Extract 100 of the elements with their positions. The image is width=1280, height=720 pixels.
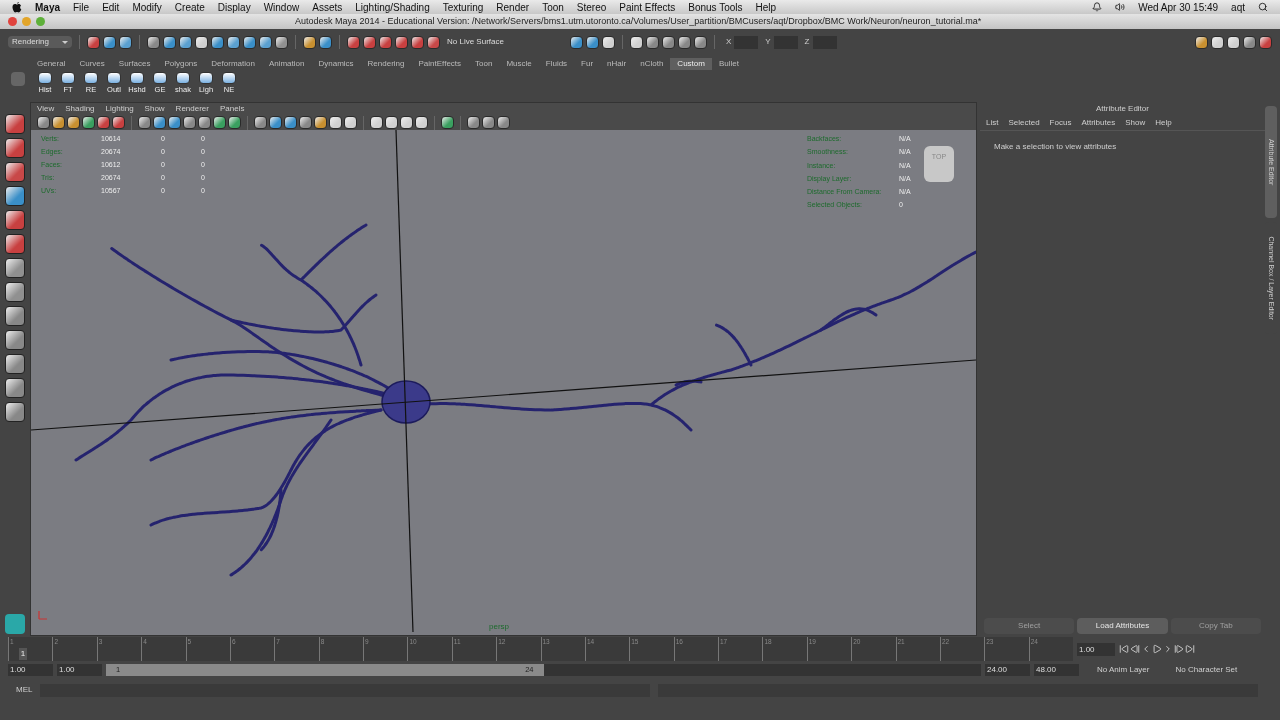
go-to-start-icon[interactable] [1119,644,1129,654]
panel-menu[interactable]: Renderer [175,103,209,115]
tool-icon[interactable] [5,282,25,302]
tool-icon[interactable] [254,116,267,129]
tool-icon[interactable] [147,35,160,49]
tool-icon[interactable] [153,116,166,129]
tool-icon[interactable] [228,116,241,129]
clock[interactable]: Wed Apr 30 15:49 [1138,0,1219,15]
shelf-tab[interactable]: Deformation [204,58,262,70]
panel-menu[interactable]: Selected [1008,117,1040,129]
tool-icon[interactable] [1227,35,1240,49]
panel-menu[interactable]: Attributes [1081,117,1116,129]
tool-icon[interactable] [52,116,65,129]
volume-icon[interactable] [1115,2,1126,12]
tool-icon[interactable] [227,35,240,49]
panel-menu[interactable]: Show [1125,117,1146,129]
menu-item[interactable]: Render [496,0,530,15]
panel-menu[interactable]: Help [1155,117,1172,129]
tool-icon[interactable] [37,116,50,129]
tool-icon[interactable] [82,116,95,129]
tool-icon[interactable] [5,210,25,230]
tool-icon[interactable] [138,116,151,129]
tool-icon[interactable] [5,162,25,182]
tool-icon[interactable] [319,35,332,49]
attribute-button[interactable]: Load Attributes [1077,618,1168,634]
tool-icon[interactable] [441,116,454,129]
shelf-tab[interactable]: Toon [468,58,500,70]
panel-menu[interactable]: View [37,103,55,115]
tool-icon[interactable] [629,35,643,49]
previous-key-icon[interactable] [1141,644,1151,654]
live-surface-label[interactable]: No Live Surface [447,36,504,48]
bell-icon[interactable] [1092,2,1103,12]
tool-icon[interactable] [379,35,392,49]
tool-icon[interactable] [661,35,675,49]
panel-menu[interactable]: List [986,117,999,129]
tool-icon[interactable] [415,116,428,129]
user-name[interactable]: aqt [1231,0,1245,15]
tool-icon[interactable] [183,116,196,129]
shelf-tab[interactable]: Rendering [360,58,412,70]
tool-icon[interactable] [645,35,659,49]
menu-item[interactable]: Help [755,0,777,15]
panel-menu[interactable]: Panels [219,103,245,115]
tool-icon[interactable] [5,330,25,350]
tool-icon[interactable] [5,306,25,326]
tool-icon[interactable] [467,116,480,129]
shelf-tab[interactable]: Polygons [157,58,205,70]
tool-icon[interactable] [569,35,583,49]
tool-icon[interactable] [585,35,599,49]
menu-item[interactable]: Window [263,0,300,15]
menu-item[interactable]: Paint Effects [619,0,676,15]
tool-icon[interactable] [269,116,282,129]
shelf-tab[interactable]: PaintEffects [411,58,469,70]
tool-icon[interactable] [5,186,25,206]
tool-icon[interactable] [677,35,691,49]
shelf-tab[interactable]: Bullet [711,58,746,70]
shelf-tab[interactable]: Curves [72,58,112,70]
tool-icon[interactable] [1243,35,1256,49]
close-button[interactable] [8,17,17,26]
menu-item[interactable]: Display [217,0,251,15]
anim-layer-dropdown[interactable]: No Anim Layer [1097,664,1150,676]
menu-item[interactable]: File [73,0,90,15]
play-icon[interactable] [1152,644,1162,654]
tool-icon[interactable] [213,116,226,129]
panel-menu[interactable]: Focus [1049,117,1072,129]
tool-icon[interactable] [243,35,256,49]
tool-icon[interactable] [275,35,288,49]
tool-icon[interactable] [67,116,80,129]
tool-icon[interactable] [1211,35,1224,49]
panel-menu[interactable]: Lighting [105,103,134,115]
shelf-tab[interactable]: Muscle [499,58,539,70]
tool-icon[interactable] [5,138,25,158]
tool-icon[interactable] [497,116,510,129]
start-time-field[interactable]: 1.00 [8,664,53,676]
tool-icon[interactable] [363,35,376,49]
tool-icon[interactable] [168,116,181,129]
tool-icon[interactable] [411,35,424,49]
tool-icon[interactable] [693,35,707,49]
apple-icon[interactable] [12,1,22,13]
tool-icon[interactable] [119,35,132,49]
menu-set-dropdown[interactable]: Rendering [8,36,72,48]
step-back-icon[interactable] [1130,644,1140,654]
app-menu[interactable]: Maya [35,0,60,15]
tool-icon[interactable] [385,116,398,129]
menu-item[interactable]: Texturing [442,0,484,15]
shelf-tab[interactable]: Custom [670,58,712,70]
tool-icon[interactable] [303,35,316,49]
search-icon[interactable] [1258,2,1268,12]
tool-icon[interactable] [97,116,110,129]
tool-icon[interactable] [5,258,25,278]
tool-icon[interactable] [314,116,327,129]
tool-icon[interactable] [179,35,192,49]
tool-icon[interactable] [395,35,408,49]
tool-icon[interactable] [163,35,176,49]
shelf-tab[interactable]: Fur [574,58,601,70]
shelf-tab[interactable]: Dynamics [311,58,361,70]
shelf-tab[interactable]: nCloth [633,58,671,70]
tool-icon[interactable] [370,116,383,129]
character-set-dropdown[interactable]: No Character Set [1175,664,1238,676]
tool-icon[interactable] [329,116,342,129]
shelf-tab[interactable]: General [30,58,73,70]
